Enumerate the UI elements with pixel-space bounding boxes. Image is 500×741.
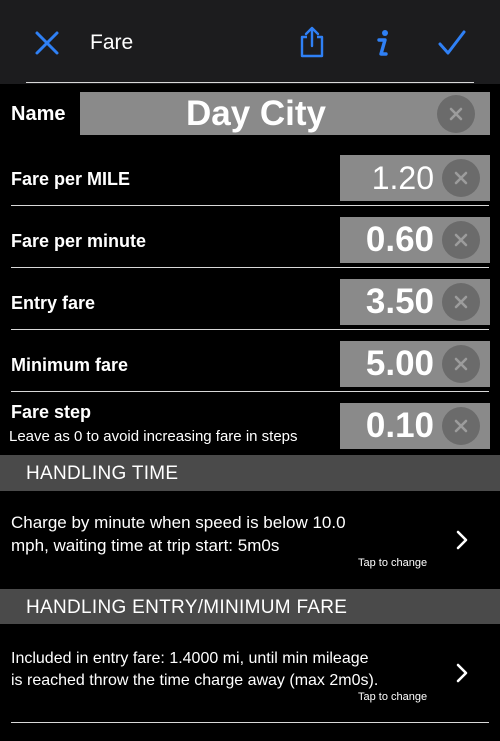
handling-entry-row[interactable]: Included in entry fare: 1.4000 mi, until…	[0, 624, 500, 716]
clear-icon	[454, 357, 468, 371]
separator	[11, 267, 489, 268]
clear-fare-per-mile-button[interactable]	[442, 159, 480, 197]
handling-entry-header: HANDLING ENTRY/MINIMUM FARE	[0, 589, 500, 624]
clear-fare-step-button[interactable]	[442, 407, 480, 445]
separator	[11, 329, 489, 330]
entry-fare-field[interactable]: 3.50	[340, 279, 490, 325]
chevron-right-icon	[456, 663, 468, 683]
name-value[interactable]: Day City	[80, 92, 432, 135]
fare-per-minute-field[interactable]: 0.60	[340, 217, 490, 263]
separator	[26, 82, 474, 83]
separator	[11, 722, 489, 723]
entry-fare-label: Entry fare	[11, 293, 96, 313]
fare-per-mile-field[interactable]: 1.20	[340, 155, 490, 201]
separator	[11, 391, 489, 392]
clear-icon	[454, 295, 468, 309]
clear-minimum-fare-button[interactable]	[442, 345, 480, 383]
clear-icon	[454, 171, 468, 185]
minimum-fare-value[interactable]: 5.00	[366, 341, 434, 387]
clear-icon	[454, 233, 468, 247]
fare-step-value[interactable]: 0.10	[366, 403, 434, 449]
handling-time-tap-label: Tap to change	[358, 557, 428, 569]
fare-per-minute-value[interactable]: 0.60	[366, 217, 434, 263]
handling-time-header: HANDLING TIME	[0, 455, 500, 491]
share-icon[interactable]	[298, 26, 326, 58]
handling-entry-title: HANDLING ENTRY/MINIMUM FARE	[26, 597, 348, 618]
separator	[11, 205, 489, 206]
checkmark-icon[interactable]	[437, 30, 467, 56]
handling-time-row[interactable]: Charge by minute when speed is below 10.…	[0, 491, 500, 586]
chevron-right-icon	[456, 530, 468, 550]
separator	[11, 142, 489, 143]
handling-entry-line2: is reached throw the time charge away (m…	[11, 672, 379, 689]
fare-per-minute-label: Fare per minute	[11, 231, 147, 251]
handling-time-line1: Charge by minute when speed is below 10.…	[11, 513, 346, 532]
info-icon[interactable]	[372, 28, 392, 58]
fare-step-field[interactable]: 0.10	[340, 403, 490, 449]
clear-icon	[449, 107, 463, 120]
handling-time-line2: mph, waiting time at trip start: 5m0s	[11, 536, 280, 555]
minimum-fare-field[interactable]: 5.00	[340, 341, 490, 387]
fare-per-mile-value[interactable]: 1.20	[372, 155, 434, 201]
fare-per-mile-label: Fare per MILE	[11, 169, 131, 189]
clear-fare-per-minute-button[interactable]	[442, 221, 480, 259]
close-icon[interactable]	[34, 30, 60, 56]
clear-entry-fare-button[interactable]	[442, 283, 480, 321]
handling-time-title: HANDLING TIME	[26, 463, 179, 484]
name-field[interactable]: Day City	[80, 92, 490, 135]
handling-entry-tap-label: Tap to change	[358, 691, 428, 703]
clear-icon	[454, 419, 468, 433]
name-label: Name	[11, 103, 66, 125]
fare-step-hint: Leave as 0 to avoid increasing fare in s…	[9, 428, 298, 445]
handling-entry-line1: Included in entry fare: 1.4000 mi, until…	[11, 650, 369, 667]
fare-step-label: Fare step	[11, 402, 92, 422]
nav-title: Fare	[90, 31, 134, 54]
minimum-fare-label: Minimum fare	[11, 355, 129, 375]
navigation-bar: Fare	[0, 0, 500, 84]
clear-name-button[interactable]	[437, 94, 475, 133]
entry-fare-value[interactable]: 3.50	[366, 279, 434, 325]
